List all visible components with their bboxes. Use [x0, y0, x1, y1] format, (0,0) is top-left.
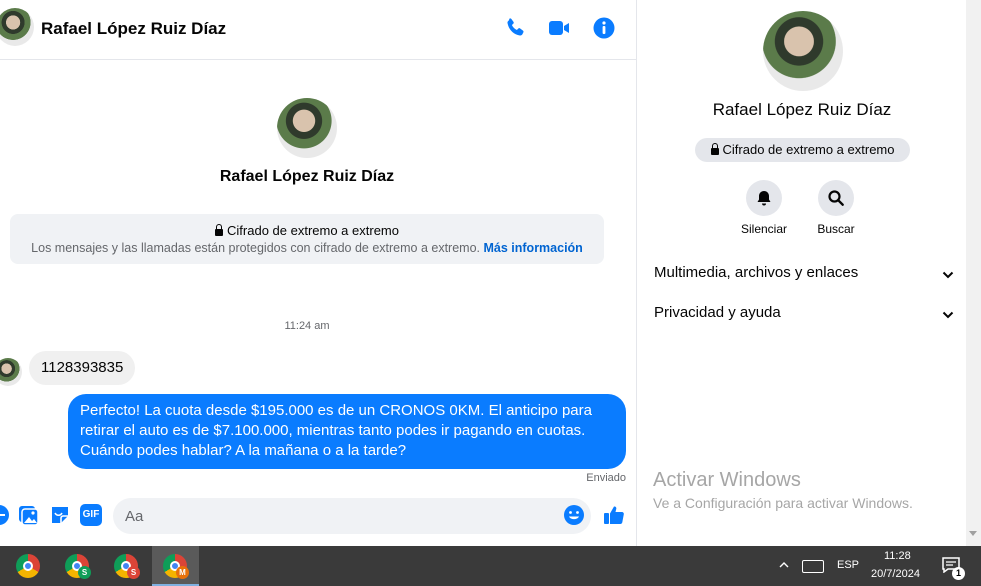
chat-header: Rafael López Ruiz Díaz: [0, 0, 636, 60]
more-info-link[interactable]: Más información: [484, 241, 583, 255]
privacy-section-label: Privacidad y ayuda: [654, 304, 781, 321]
clock-date[interactable]: 20/7/2024: [871, 568, 920, 580]
lock-icon: [215, 224, 224, 236]
chevron-up-icon[interactable]: [779, 560, 789, 570]
profile-badge: S: [127, 566, 140, 579]
plus-icon[interactable]: [0, 504, 10, 526]
taskbar-chrome-2[interactable]: S: [54, 546, 101, 586]
message-composer: GIF: [0, 494, 636, 540]
outgoing-message[interactable]: Perfecto! La cuota desde $195.000 es de …: [68, 394, 626, 469]
activate-windows-title: Activar Windows: [653, 469, 801, 491]
contact-name[interactable]: Rafael López Ruiz Díaz: [41, 19, 226, 39]
search-label: Buscar: [817, 222, 855, 236]
encryption-badge[interactable]: Cifrado de extremo a extremo: [695, 138, 910, 162]
phone-icon[interactable]: [503, 16, 527, 40]
input-language[interactable]: ESP: [837, 559, 859, 571]
media-files-links-section[interactable]: Multimedia, archivos y enlaces: [654, 264, 954, 288]
keyboard-icon[interactable]: [802, 560, 824, 573]
encryption-badge-label: Cifrado de extremo a extremo: [722, 142, 895, 157]
profile-badge: S: [78, 566, 91, 579]
privacy-help-section[interactable]: Privacidad y ayuda: [654, 304, 954, 328]
contact-avatar[interactable]: [0, 8, 34, 46]
page-scrollbar[interactable]: [966, 0, 981, 546]
sidebar-avatar[interactable]: [763, 11, 843, 91]
notification-count-badge: 1: [952, 567, 965, 580]
sent-status: Enviado: [586, 472, 626, 484]
bell-icon: [746, 180, 782, 216]
message-timestamp: 11:24 am: [284, 320, 330, 332]
clock-time[interactable]: 11:28: [884, 550, 911, 562]
gif-icon[interactable]: GIF: [80, 504, 102, 526]
taskbar-chrome-1[interactable]: [5, 546, 52, 586]
message-input[interactable]: [113, 498, 591, 534]
gif-label: GIF: [82, 509, 100, 520]
incoming-message[interactable]: 1128393835: [29, 351, 136, 385]
encryption-description: Los mensajes y las llamadas están proteg…: [10, 241, 604, 255]
thumbs-up-icon[interactable]: [602, 503, 626, 527]
chat-panel: Rafael López Ruiz Díaz Rafael López Ruiz…: [0, 0, 636, 546]
chevron-down-icon: [942, 311, 954, 319]
profile-name: Rafael López Ruiz Díaz: [219, 168, 395, 185]
profile-avatar[interactable]: [277, 98, 337, 158]
encryption-description-text: Los mensajes y las llamadas están proteg…: [31, 241, 481, 255]
encryption-notice: Cifrado de extremo a extremo Los mensaje…: [10, 214, 604, 264]
scroll-down-arrow-icon[interactable]: [969, 531, 977, 536]
encryption-title-text: Cifrado de extremo a extremo: [227, 223, 399, 238]
info-icon[interactable]: [592, 16, 616, 40]
profile-badge: M: [176, 566, 189, 579]
mute-button[interactable]: Silenciar: [728, 180, 800, 236]
mute-label: Silenciar: [740, 222, 788, 236]
search-button[interactable]: Buscar: [800, 180, 872, 236]
sticker-icon[interactable]: [49, 504, 71, 526]
activate-windows-subtitle: Ve a Configuración para activar Windows.: [653, 495, 913, 511]
video-camera-icon[interactable]: [547, 16, 571, 40]
taskbar-chrome-4-active[interactable]: M: [152, 546, 199, 586]
emoji-icon[interactable]: [563, 504, 585, 526]
search-icon: [818, 180, 854, 216]
chevron-down-icon: [942, 271, 954, 279]
encryption-title: Cifrado de extremo a extremo: [10, 223, 604, 238]
media-section-label: Multimedia, archivos y enlaces: [654, 264, 859, 281]
windows-taskbar: S S M: [0, 546, 981, 586]
chrome-icon: [16, 554, 40, 578]
image-icon[interactable]: [17, 504, 39, 526]
lock-icon: [710, 143, 719, 155]
conversation-details-panel: Rafael López Ruiz Díaz Cifrado de extrem…: [636, 0, 966, 546]
sender-avatar: [0, 358, 22, 386]
taskbar-chrome-3[interactable]: S: [103, 546, 150, 586]
sidebar-contact-name: Rafael López Ruiz Díaz: [712, 100, 892, 119]
